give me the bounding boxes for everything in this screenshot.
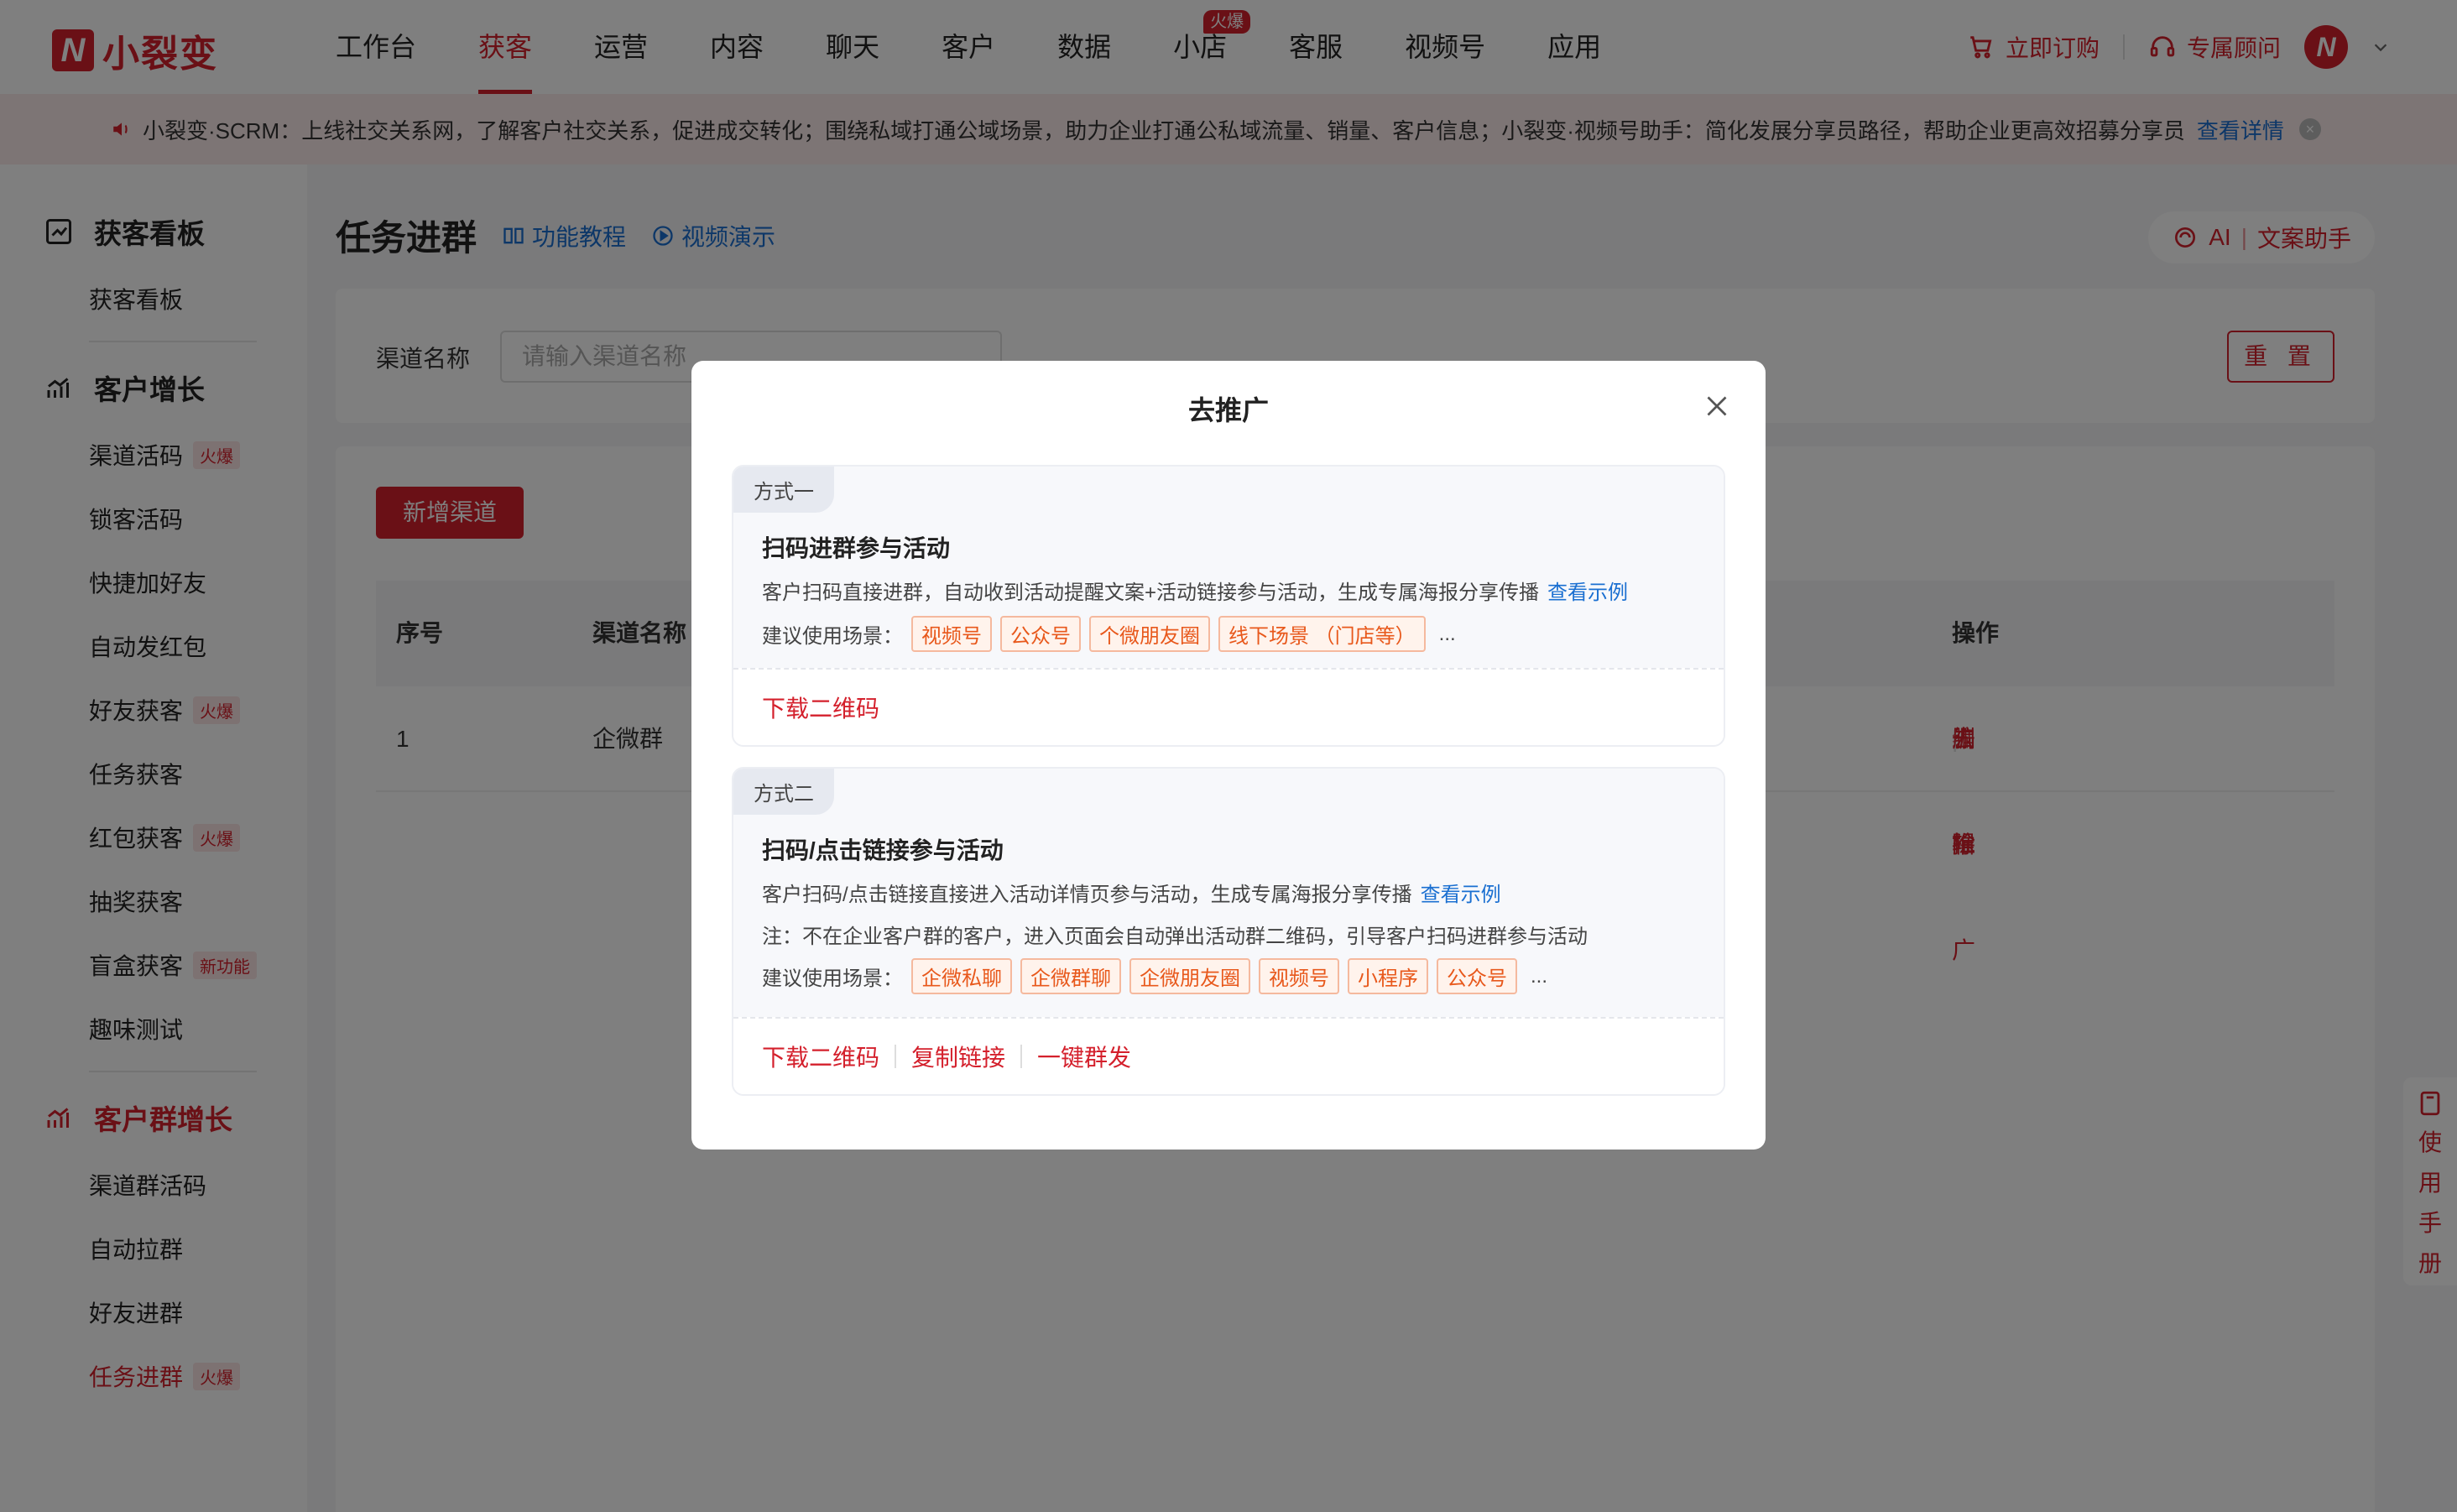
scene-tag: 企微群聊 <box>1020 958 1121 994</box>
scene-tag: 线下场景 （门店等） <box>1218 616 1426 652</box>
scene-tag: 企微私聊 <box>911 958 1012 994</box>
method-desc-text: 客户扫码直接进群，自动收到活动提醒文案+活动链接参与活动，生成专属海报分享传播 <box>762 581 1540 604</box>
scene-tag: 公众号 <box>1437 958 1517 994</box>
method-desc: 客户扫码直接进群，自动收到活动提醒文案+活动链接参与活动，生成专属海报分享传播查… <box>762 576 1628 605</box>
method-desc-text: 客户扫码/点击链接直接进入活动详情页参与活动，生成专属海报分享传播 <box>762 884 1412 906</box>
download-qrcode-button[interactable]: 下载二维码 <box>762 1040 879 1073</box>
method-one-card: 方式一 扫码进群参与活动 客户扫码直接进群，自动收到活动提醒文案+活动链接参与活… <box>732 465 1725 747</box>
method-one-body: 方式一 扫码进群参与活动 客户扫码直接进群，自动收到活动提醒文案+活动链接参与活… <box>733 467 1724 671</box>
scene-tag: 个微朋友圈 <box>1089 616 1210 652</box>
close-icon[interactable] <box>1702 391 1732 421</box>
scene-tags: 建议使用场景： 企微私聊 企微群聊 企微朋友圈 视频号 小程序 公众号... <box>762 958 1547 994</box>
scene-tags: 建议使用场景： 视频号 公众号 个微朋友圈 线下场景 （门店等）... <box>762 616 1456 652</box>
scene-tag: 视频号 <box>911 616 992 652</box>
method-note: 注：不在企业客户群的客户，进入页面会自动弹出活动群二维码，引导客户扫码进群参与活… <box>762 925 1588 948</box>
scene-tag: 小程序 <box>1348 958 1428 994</box>
method-tag: 方式二 <box>733 769 834 815</box>
method-two-card: 方式二 扫码/点击链接参与活动 客户扫码/点击链接直接进入活动详情页参与活动，生… <box>732 767 1725 1096</box>
method-name: 扫码/点击链接参与活动 <box>762 837 1004 863</box>
method-tag: 方式一 <box>733 467 834 513</box>
promote-modal: 去推广 方式一 扫码进群参与活动 客户扫码直接进群，自动收到活动提醒文案+活动链… <box>691 361 1766 1150</box>
modal-title: 去推广 <box>1187 395 1269 425</box>
scene-tag: 视频号 <box>1259 958 1339 994</box>
method-two-actions: 下载二维码 复制链接 一键群发 <box>733 1017 1724 1094</box>
scene-ellipsis: ... <box>1438 622 1456 645</box>
action-divider <box>895 1045 897 1068</box>
scene-tag: 公众号 <box>1000 616 1081 652</box>
method-name: 扫码进群参与活动 <box>762 535 951 561</box>
method-one-actions: 下载二维码 <box>733 668 1724 745</box>
method-two-body: 方式二 扫码/点击链接参与活动 客户扫码/点击链接直接进入活动详情页参与活动，生… <box>733 769 1724 1020</box>
view-example-link[interactable]: 查看示例 <box>1547 581 1628 604</box>
download-qrcode-button[interactable]: 下载二维码 <box>762 691 879 724</box>
view-example-link[interactable]: 查看示例 <box>1421 884 1501 906</box>
scene-label: 建议使用场景： <box>762 625 903 648</box>
scene-label: 建议使用场景： <box>762 967 903 990</box>
method-desc: 客户扫码/点击链接直接进入活动详情页参与活动，生成专属海报分享传播 查看示例 <box>762 878 1501 907</box>
copy-link-button[interactable]: 复制链接 <box>911 1040 1005 1073</box>
scene-ellipsis: ... <box>1531 964 1548 988</box>
bulk-send-button[interactable]: 一键群发 <box>1037 1040 1131 1073</box>
action-divider <box>1020 1045 1023 1068</box>
scene-tag: 企微朋友圈 <box>1129 958 1250 994</box>
